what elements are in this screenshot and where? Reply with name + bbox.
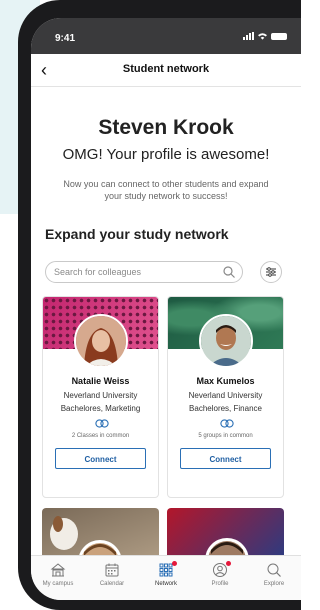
avatar bbox=[74, 314, 128, 368]
section-title: Expand your study network bbox=[45, 226, 229, 242]
tab-label: Explore bbox=[263, 581, 285, 587]
filter-button[interactable] bbox=[260, 261, 282, 283]
tab-label: Calendar bbox=[99, 581, 125, 587]
student-university: Neverland University bbox=[63, 391, 138, 400]
student-program: Bachelores, Finance bbox=[189, 404, 262, 413]
tab-my-campus[interactable]: My campus bbox=[31, 562, 85, 587]
search-box[interactable] bbox=[45, 261, 243, 283]
search-icon[interactable] bbox=[222, 265, 236, 279]
student-card: Natalie Weiss Neverland University Bache… bbox=[42, 296, 159, 498]
connect-button[interactable]: Connect bbox=[55, 448, 146, 469]
student-card: Max Kumelos Neverland University Bachelo… bbox=[167, 296, 284, 498]
status-icons bbox=[243, 32, 287, 40]
tab-calendar[interactable]: Calendar bbox=[85, 562, 139, 587]
connections-icon bbox=[95, 419, 109, 428]
tab-label: My campus bbox=[42, 581, 74, 587]
phone-screen: 9:41 ‹ Student network Steven Krook OMG!… bbox=[31, 18, 301, 600]
search-icon bbox=[267, 563, 281, 577]
tab-bar: My campus Calendar Network Profile Explo… bbox=[31, 555, 301, 600]
common-count: 2 Classes in common bbox=[71, 433, 130, 439]
status-bar: 9:41 bbox=[31, 18, 301, 54]
tab-label: Profile bbox=[211, 581, 229, 587]
wifi-icon bbox=[258, 33, 267, 40]
student-name: Max Kumelos bbox=[196, 376, 255, 386]
tab-network[interactable]: Network bbox=[139, 561, 193, 587]
student-university: Neverland University bbox=[188, 391, 263, 400]
tab-profile[interactable]: Profile bbox=[193, 561, 247, 587]
signal-icon bbox=[243, 32, 254, 40]
connect-button[interactable]: Connect bbox=[180, 448, 271, 469]
student-program: Bachelores, Marketing bbox=[60, 404, 141, 413]
profile-description: Now you can connect to other students an… bbox=[63, 179, 269, 201]
battery-icon bbox=[271, 33, 287, 40]
connections-icon bbox=[220, 419, 234, 428]
profile-tagline: OMG! Your profile is awesome! bbox=[62, 146, 270, 163]
profile-name: Steven Krook bbox=[98, 116, 234, 139]
nav-bar: ‹ Student network bbox=[31, 54, 301, 87]
filter-icon bbox=[266, 267, 276, 277]
tab-label: Network bbox=[154, 581, 177, 587]
notification-dot bbox=[226, 561, 231, 566]
common-count: 5 groups in common bbox=[198, 433, 253, 439]
calendar-icon bbox=[105, 563, 119, 577]
avatar bbox=[199, 314, 253, 368]
notification-dot bbox=[172, 561, 177, 566]
nav-title: Student network bbox=[122, 63, 210, 75]
campus-icon bbox=[50, 563, 66, 577]
student-name: Natalie Weiss bbox=[71, 376, 130, 386]
search-input[interactable] bbox=[54, 265, 214, 279]
tab-explore[interactable]: Explore bbox=[247, 562, 301, 587]
status-time: 9:41 bbox=[55, 33, 76, 44]
